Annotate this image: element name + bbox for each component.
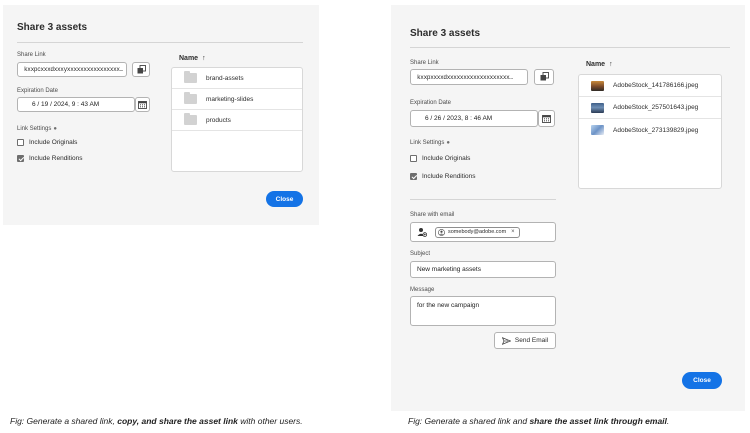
send-email-button[interactable]: Send Email [494,332,556,349]
message-label: Message [410,287,435,293]
message-textarea[interactable]: for the new campaign [410,296,556,326]
checkbox-checked-icon [410,173,417,180]
asset-list: brand-assets marketing-slides products [171,67,303,172]
image-thumbnail [591,80,604,91]
subject-field[interactable]: New marketing assets [410,261,556,278]
checkbox-unchecked-icon [17,139,24,146]
link-settings-label: Link Settings ● [17,126,57,132]
expiration-date-label: Expiration Date [410,100,452,106]
include-renditions-checkbox[interactable]: Include Renditions [17,155,82,162]
list-item[interactable]: AdobeStock_257501643.jpeg [579,97,721,119]
folder-icon [184,113,197,125]
image-thumbnail [591,125,604,135]
asset-name: marketing-slides [206,95,254,103]
list-item[interactable]: AdobeStock_141786166.jpeg [579,75,721,97]
subject-label: Subject [410,251,431,257]
share-link-label: Share Link [410,60,439,66]
folder-icon [184,71,197,83]
asset-name: products [206,116,231,124]
folder-icon [184,92,197,104]
include-originals-checkbox[interactable]: Include Originals [17,139,77,146]
include-originals-checkbox[interactable]: Include Originals [410,155,470,162]
list-item[interactable]: marketing-slides [172,89,302,110]
title-divider [410,47,730,48]
sort-ascending-icon: ↑ [609,61,613,68]
send-email-label: Send Email [514,337,549,344]
asset-name: AdobeStock_273139829.jpeg [613,126,699,134]
asset-name: brand-assets [206,74,244,82]
checkbox-unchecked-icon [410,155,417,162]
share-link-field[interactable]: kxxpxxxxdxxxxxxxxxxxxxxxxxxx… [410,69,528,85]
list-item[interactable]: brand-assets [172,68,302,89]
copy-icon [137,61,146,79]
calendar-button[interactable] [538,110,555,127]
checkbox-checked-icon [17,155,24,162]
asset-list: AdobeStock_141786166.jpeg AdobeStock_257… [578,74,722,189]
figure-caption-right: Fig: Generate a shared link and share th… [408,416,670,426]
info-icon: ● [446,140,450,146]
copy-link-button[interactable] [132,62,150,77]
sort-ascending-icon: ↑ [202,55,206,62]
expiration-date-label: Expiration Date [17,88,59,94]
include-renditions-label: Include Renditions [29,155,83,162]
include-renditions-checkbox[interactable]: Include Renditions [410,173,475,180]
copy-link-button[interactable] [534,69,554,85]
section-divider [410,199,556,200]
dialog-title: Share 3 assets [17,22,88,33]
info-icon: ● [53,126,57,132]
list-item[interactable]: products [172,110,302,131]
image-thumbnail [591,102,604,113]
add-user-icon[interactable] [417,227,427,237]
asset-name: AdobeStock_257501643.jpeg [613,104,699,111]
calendar-icon [138,96,147,114]
include-originals-label: Include Originals [29,139,78,146]
share-with-email-label: Share with email [410,212,455,218]
list-item[interactable]: AdobeStock_273139829.jpeg [579,119,721,141]
include-originals-label: Include Originals [422,155,471,162]
share-link-field[interactable]: kxxpcxxxdxxxyxxxxxxxxxxxxxxxx… [17,62,127,77]
expiration-date-field[interactable]: 6 / 19 / 2024, 9 : 43 AM [17,97,135,112]
asset-name: AdobeStock_141786166.jpeg [613,82,699,89]
share-dialog-copy-link: Share 3 assets Share Link kxxpcxxxdxxxyx… [3,5,319,225]
title-divider [17,42,303,43]
recipient-email: somebody@adobe.com [448,229,507,235]
share-link-label: Share Link [17,52,46,58]
name-column-header[interactable]: Name ↑ [586,61,613,68]
send-icon [501,336,515,345]
close-button[interactable]: Close [266,191,303,207]
copy-icon [540,68,549,86]
figure-caption-left: Fig: Generate a shared link, copy, and s… [10,416,303,426]
include-renditions-label: Include Renditions [422,173,476,180]
close-button[interactable]: Close [682,372,722,389]
link-settings-label: Link Settings ● [410,140,450,146]
name-column-header[interactable]: Name ↑ [179,55,206,62]
recipient-chip[interactable]: somebody@adobe.com × [435,226,520,238]
remove-recipient-icon[interactable]: × [511,229,515,235]
user-avatar-icon [438,228,445,236]
share-dialog-email: Share 3 assets Share Link kxxpxxxxdxxxxx… [391,5,745,411]
email-recipients-field[interactable]: somebody@adobe.com × [410,222,556,242]
calendar-button[interactable] [135,97,150,112]
calendar-icon [542,110,551,128]
dialog-title: Share 3 assets [410,28,481,39]
expiration-date-field[interactable]: 6 / 26 / 2023, 8 : 46 AM [410,110,538,127]
